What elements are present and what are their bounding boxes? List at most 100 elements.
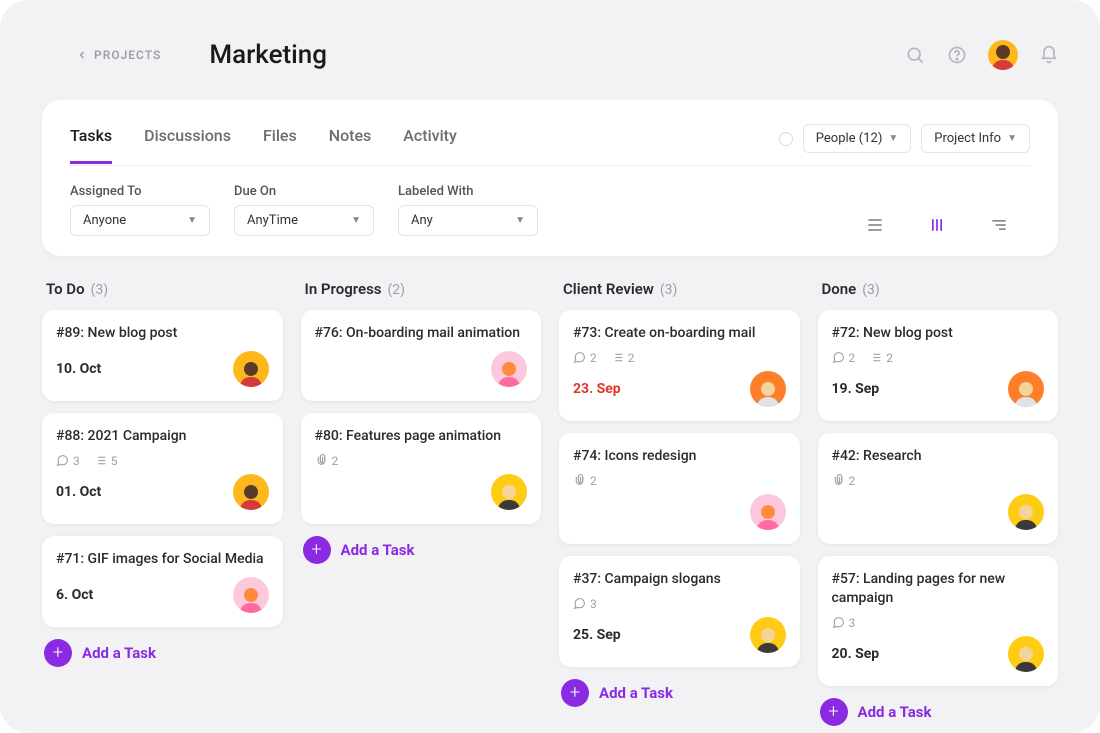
assigned-select[interactable]: Anyone▼ [70,205,210,236]
task-card[interactable]: #80: Features page animation 2 [301,413,542,524]
tab-notes[interactable]: Notes [329,126,372,164]
task-card[interactable]: #42: Research 2 [818,433,1059,544]
tab-files[interactable]: Files [263,126,297,164]
board-view-icon[interactable] [926,214,948,236]
card-date: 01. Oct [56,484,101,500]
card-footer [573,494,786,530]
card-meta: 35 [56,454,269,468]
back-to-projects[interactable]: PROJECTS [76,48,161,62]
back-label: PROJECTS [94,48,161,62]
assignee-avatar [750,494,786,530]
card-title: #42: Research [832,447,1045,466]
top-bar: PROJECTS Marketing [76,40,1060,70]
card-meta: 22 [573,351,786,365]
column-done: Done (3) #72: New blog post 22 19. Sep #… [818,280,1059,726]
column-progress: In Progress (2) #76: On-boarding mail an… [301,280,542,726]
task-card[interactable]: #57: Landing pages for new campaign 3 20… [818,556,1059,686]
card-title: #74: Icons redesign [573,447,786,466]
user-avatar[interactable] [988,40,1018,70]
add-task-button[interactable]: + Add a Task [42,639,283,667]
comment-count: 3 [573,597,597,611]
card-title: #88: 2021 Campaign [56,427,269,446]
subtask-count: 2 [869,351,893,365]
card-meta: 2 [832,474,1045,488]
task-card[interactable]: #76: On-boarding mail animation [301,310,542,401]
card-title: #72: New blog post [832,324,1045,343]
card-date: 25. Sep [573,627,621,643]
chevron-down-icon: ▼ [888,133,898,144]
subtask-count: 5 [94,454,118,468]
card-meta: 22 [832,351,1045,365]
card-footer: 23. Sep [573,371,786,407]
column-review: Client Review (3) #73: Create on-boardin… [559,280,800,726]
card-meta: 2 [573,474,786,488]
task-card[interactable]: #89: New blog post 10. Oct [42,310,283,401]
timeline-view-icon[interactable] [988,214,1010,236]
card-title: #76: On-boarding mail animation [315,324,528,343]
attachment-count: 2 [573,474,597,488]
list-view-icon[interactable] [864,214,886,236]
card-title: #73: Create on-boarding mail [573,324,786,343]
add-task-button[interactable]: + Add a Task [818,698,1059,726]
add-task-label: Add a Task [599,684,673,702]
comment-count: 2 [573,351,597,365]
filter-label: Labeled With [398,184,538,199]
assignee-avatar [491,351,527,387]
tab-activity[interactable]: Activity [403,126,457,164]
card-footer: 10. Oct [56,351,269,387]
select-value: AnyTime [247,213,298,228]
filters-row: Assigned To Anyone▼ Due On AnyTime▼ Labe… [70,184,1030,236]
task-card[interactable]: #73: Create on-boarding mail 22 23. Sep [559,310,800,421]
assignee-avatar [1008,494,1044,530]
view-toggles [864,214,1030,236]
card-footer: 6. Oct [56,577,269,613]
card-footer [832,494,1045,530]
page-title: Marketing [209,40,327,70]
filter-due: Due On AnyTime▼ [234,184,374,236]
add-task-button[interactable]: + Add a Task [301,536,542,564]
help-icon[interactable] [946,44,968,66]
assignee-avatar [233,351,269,387]
tab-discussions[interactable]: Discussions [144,126,231,164]
card-title: #37: Campaign slogans [573,570,786,589]
select-value: Anyone [83,213,126,228]
filter-label: Due On [234,184,374,199]
column-count: (3) [660,282,678,298]
task-card[interactable]: #72: New blog post 22 19. Sep [818,310,1059,421]
task-card[interactable]: #74: Icons redesign 2 [559,433,800,544]
card-date: 20. Sep [832,646,880,662]
card-date: 19. Sep [832,381,880,397]
people-dropdown[interactable]: People (12) ▼ [803,124,912,153]
assignee-avatar [491,474,527,510]
panel-right: People (12) ▼ Project Info ▼ [779,124,1030,153]
status-indicator[interactable] [779,132,793,146]
add-task-button[interactable]: + Add a Task [559,679,800,707]
project-info-label: Project Info [934,131,1001,146]
card-footer: 25. Sep [573,617,786,653]
task-card[interactable]: #37: Campaign slogans 3 25. Sep [559,556,800,667]
due-select[interactable]: AnyTime▼ [234,205,374,236]
project-info-dropdown[interactable]: Project Info ▼ [921,124,1030,153]
card-footer [315,351,528,387]
labeled-select[interactable]: Any▼ [398,205,538,236]
card-title: #80: Features page animation [315,427,528,446]
comment-count: 3 [56,454,80,468]
task-card[interactable]: #88: 2021 Campaign 35 01. Oct [42,413,283,524]
card-date: 10. Oct [56,361,101,377]
comment-count: 2 [832,351,856,365]
chevron-left-icon [76,49,88,61]
plus-icon: + [44,639,72,667]
column-count: (3) [862,282,880,298]
notification-bell-icon[interactable] [1038,44,1060,66]
assignee-avatar [233,474,269,510]
task-card[interactable]: #71: GIF images for Social Media 6. Oct [42,536,283,627]
column-title: To Do [46,280,85,298]
tab-tasks[interactable]: Tasks [70,126,112,164]
card-title: #71: GIF images for Social Media [56,550,269,569]
search-icon[interactable] [904,44,926,66]
assignee-avatar [1008,371,1044,407]
card-title: #89: New blog post [56,324,269,343]
card-footer: 20. Sep [832,636,1045,672]
card-title: #57: Landing pages for new campaign [832,570,1045,608]
plus-icon: + [561,679,589,707]
